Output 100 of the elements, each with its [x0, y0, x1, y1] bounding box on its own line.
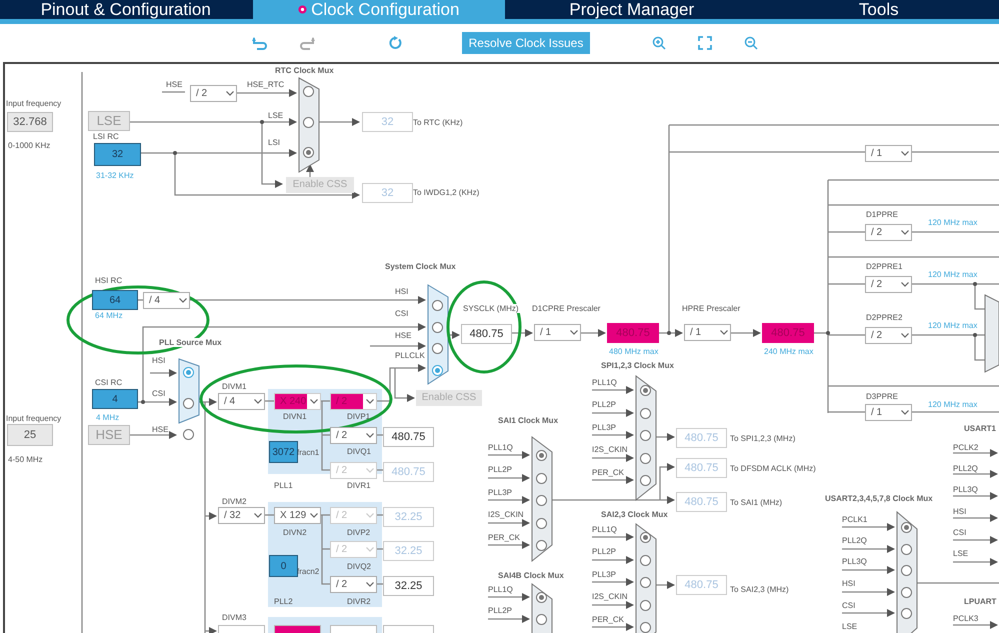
undo-icon[interactable]	[252, 36, 268, 50]
section-title: System Clock Mux	[385, 262, 456, 271]
caret-icon	[720, 330, 728, 335]
frequency-output: 480.75	[383, 462, 434, 482]
value-input[interactable]: 64	[92, 290, 138, 310]
frequency-output: 480.75	[607, 323, 659, 343]
diagram-label: To SPI1,2,3 (MHz)	[730, 434, 796, 443]
diagram-label: PLL1Q	[488, 585, 513, 594]
dropdown[interactable]: / 2	[330, 576, 377, 593]
frequency-output: 480.75	[676, 428, 727, 448]
diagram-label: LSE	[268, 111, 284, 120]
diagram-label: Input frequency	[6, 99, 62, 108]
caret-icon	[366, 582, 374, 587]
diagram-label: CSI	[395, 309, 408, 318]
diagram-label: SYSCLK (MHz)	[462, 304, 520, 313]
diagram-label: DIVN2	[283, 528, 307, 537]
dropdown[interactable]: / 2	[330, 427, 377, 444]
diagram-label: D2PPRE1	[866, 262, 902, 271]
diagram-label: PLL1	[274, 481, 293, 490]
diagram-label: To SAI1 (MHz)	[730, 498, 782, 507]
value-input[interactable]: 32	[94, 143, 141, 166]
source-block: HSE	[88, 425, 130, 445]
diagram-label: PLL1Q	[488, 443, 513, 452]
section-title: RTC Clock Mux	[275, 66, 334, 75]
zoom-out-icon[interactable]	[744, 36, 758, 50]
caret-icon	[310, 513, 318, 518]
dropdown[interactable]: / 4	[143, 292, 190, 309]
frequency-output: 32	[362, 112, 413, 132]
diagram-label: CSI	[152, 389, 166, 398]
frequency-output: 32.25	[383, 576, 434, 596]
dropdown[interactable]: / 4	[218, 393, 265, 410]
diagram-label: PLL2P	[488, 606, 512, 615]
diagram-label: PLL3P	[592, 423, 616, 432]
diagram-label: PER_CK	[592, 468, 624, 477]
diagram-label: DIVM1	[222, 382, 246, 391]
diagram-label: PLL2P	[592, 547, 616, 556]
section-title: SAI4B Clock Mux	[498, 571, 564, 580]
frequency-note: 120 MHz max	[928, 400, 978, 409]
diagram-label: CSI RC	[95, 378, 122, 387]
diagram-label: To DFSDM ACLK (MHz)	[730, 464, 816, 473]
dropdown[interactable]: / 32	[218, 507, 265, 524]
caret-icon	[900, 282, 908, 287]
diagram-label: DIVM2	[222, 497, 246, 506]
caret-icon	[366, 468, 374, 473]
caret-icon	[900, 333, 908, 338]
frequency-output: 32.25	[383, 541, 434, 561]
diagram-label: PCLK2	[953, 443, 978, 452]
value-input[interactable]: 0	[269, 555, 298, 577]
diagram-label: CSI	[842, 601, 856, 610]
dropdown[interactable]: / 1	[865, 404, 912, 421]
dropdown[interactable]: / 2	[190, 85, 237, 102]
diagram-label: PLL1Q	[592, 525, 617, 534]
diagram-label: DIVR1	[347, 481, 371, 490]
refresh-icon[interactable]	[388, 36, 402, 50]
diagram-label: PLLCLK	[395, 351, 425, 360]
diagram-label: PLL2Q	[953, 464, 978, 473]
diagram-label: I2S_CKIN	[592, 592, 628, 601]
value-input[interactable]: 25	[7, 424, 53, 446]
radio-button[interactable]	[183, 429, 194, 440]
section-title: PLL Source Mux	[158, 338, 223, 347]
caret-icon	[254, 399, 262, 404]
diagram-label: PLL1Q	[592, 378, 617, 387]
diagram-label: D2PPRE2	[866, 313, 902, 322]
dropdown[interactable]: / 2	[865, 327, 912, 344]
zoom-in-icon[interactable]	[652, 36, 666, 50]
dropdown[interactable]: / 1	[534, 324, 581, 341]
value-input[interactable]: 32.768	[7, 112, 53, 132]
dropdown[interactable]: / 2	[865, 276, 912, 293]
section-title: USART1	[964, 424, 996, 433]
dropdown[interactable]: X 129	[274, 507, 321, 524]
diagram-label: To IWDG1,2 (KHz)	[413, 188, 480, 197]
diagram-label: DIVP2	[347, 528, 370, 537]
value-input[interactable]: 4	[92, 389, 138, 409]
dropdown[interactable]: / 1	[865, 145, 912, 162]
diagram-label: LSE	[953, 549, 968, 558]
diagram-label: I2S_CKIN	[592, 445, 628, 454]
diagram-label: DIVR2	[347, 597, 371, 606]
fit-screen-icon[interactable]	[698, 36, 712, 50]
diagram-label: PLL2	[274, 597, 293, 606]
diagram-label: I2S_CKIN	[488, 510, 524, 519]
diagram-label: HSE	[395, 331, 412, 340]
frequency-output: 480.75	[461, 324, 512, 344]
caret-icon	[254, 513, 262, 518]
diagram-label: DIVQ1	[347, 447, 372, 456]
caret-icon	[310, 399, 318, 404]
diagram-label: HSI	[395, 287, 408, 296]
frequency-output: 480.75	[676, 458, 727, 478]
diagram-label: HSE	[166, 80, 182, 89]
dropdown[interactable]: / 1	[684, 324, 731, 341]
diagram-label: To RTC (KHz)	[413, 118, 463, 127]
section-title: SPI1,2,3 Clock Mux	[601, 361, 674, 370]
caret-icon	[900, 151, 908, 156]
warning-dot-icon	[298, 5, 308, 14]
frequency-output: 32	[362, 183, 413, 203]
diagram-label: To SAI2,3 (MHz)	[730, 585, 789, 594]
redo-icon[interactable]	[299, 36, 315, 50]
section-title: SAI2,3 Clock Mux	[601, 510, 668, 519]
dropdown[interactable]: / 2	[865, 224, 912, 241]
value-input[interactable]: 3072	[269, 441, 298, 463]
source-block: LSE	[88, 111, 130, 131]
